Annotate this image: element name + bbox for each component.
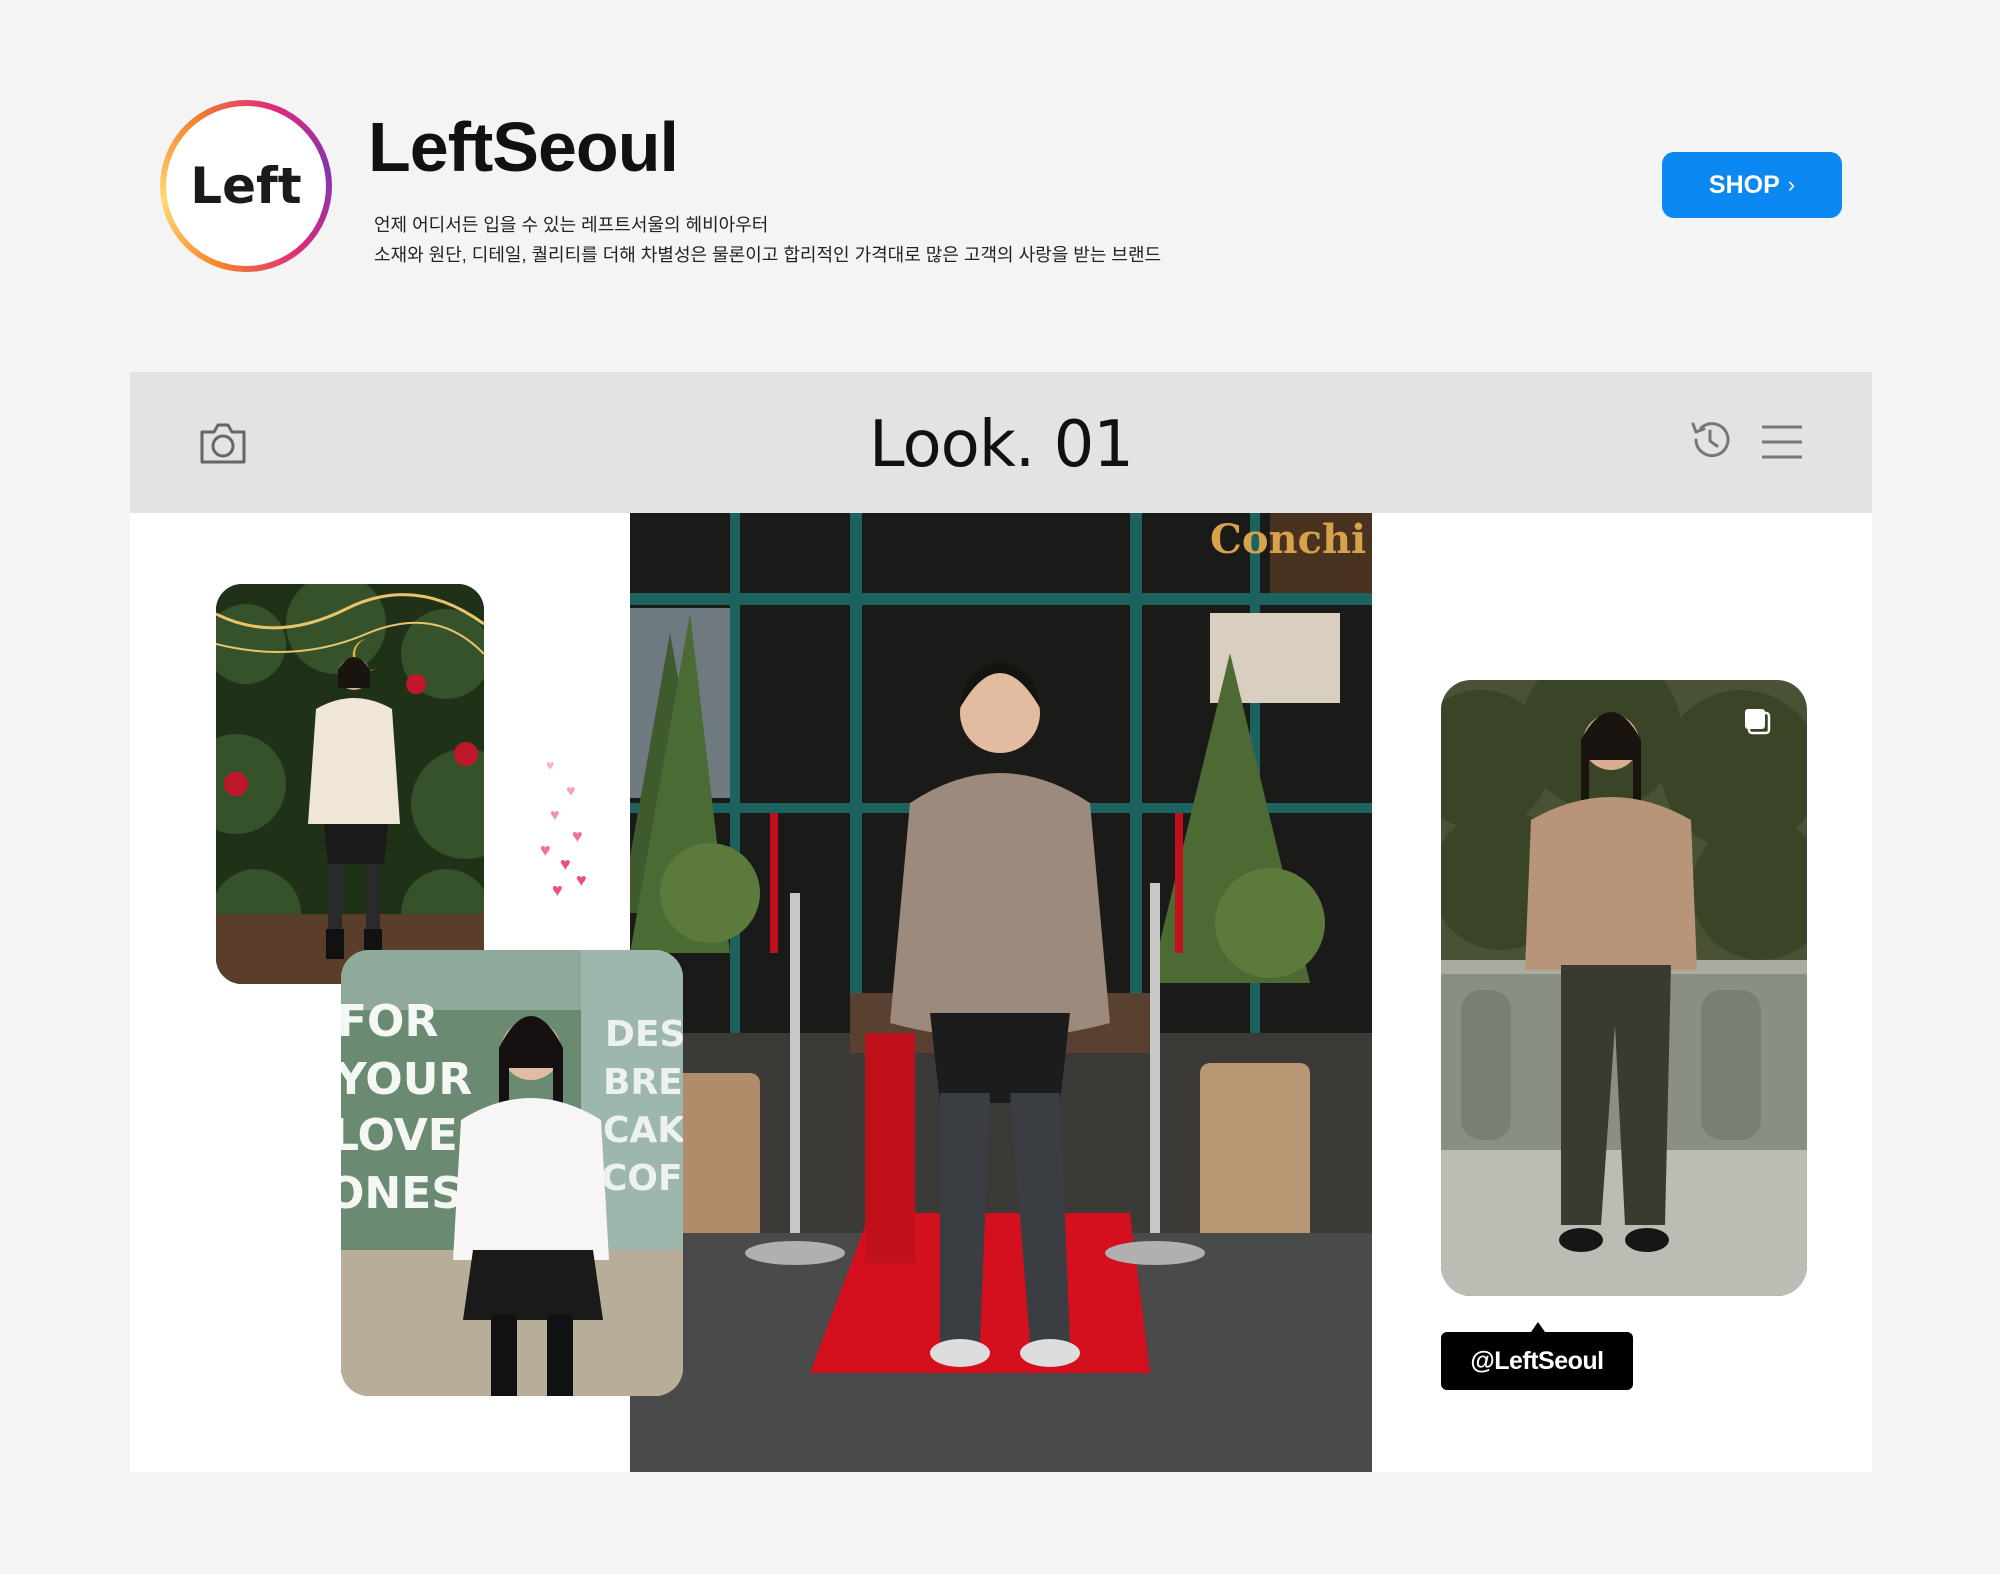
street-look-photo[interactable] <box>1441 680 1807 1296</box>
user-handle-text: @LeftSeoul <box>1470 1346 1604 1375</box>
cafe-window-text-3: LOVE <box>341 1110 458 1161</box>
cafe-window-text-7: CAKE <box>603 1110 683 1151</box>
history-icon[interactable] <box>1688 418 1732 462</box>
christmas-tree-look-photo[interactable] <box>216 584 484 984</box>
feed-panel: Look. 01 ♥ ♥ ♥ ♥ ♥ ♥ ♥ ♥ Conchi FOR YOUR… <box>130 372 1872 1472</box>
hearts-decoration-icon: ♥ ♥ ♥ ♥ ♥ ♥ ♥ ♥ <box>540 757 587 900</box>
brand-description-line-2: 소재와 원단, 디테일, 퀄리티를 더해 차별성은 물론이고 합리적인 가격대로… <box>374 245 1162 265</box>
cafe-window-text-2: YOUR <box>341 1054 472 1105</box>
brand-description: 언제 어디서든 입을 수 있는 레프트서울의 헤비아우터 소재와 원단, 디테일… <box>374 210 1274 270</box>
svg-text:♥: ♥ <box>566 783 576 800</box>
svg-text:♥: ♥ <box>540 840 551 860</box>
feed-topbar: Look. 01 <box>130 372 1872 513</box>
storefront-sign: Conchi <box>1210 516 1366 563</box>
brand-description-line-1: 언제 어디서든 입을 수 있는 레프트서울의 헤비아우터 <box>374 215 769 235</box>
svg-text:♥: ♥ <box>552 880 563 900</box>
cafe-window-text-4: ONES <box>341 1168 463 1219</box>
svg-text:♥: ♥ <box>560 854 571 874</box>
profile-avatar-ring[interactable]: Left <box>160 100 332 272</box>
svg-text:♥: ♥ <box>572 826 583 846</box>
svg-text:♥: ♥ <box>550 807 560 824</box>
cafe-window-text-8: COFF <box>601 1158 683 1199</box>
avatar-logo-text: Left <box>190 157 302 215</box>
brand-name: LeftSeoul <box>368 108 679 186</box>
cafe-window-text-6: BREA <box>603 1062 683 1103</box>
shop-button-label: SHOP <box>1708 170 1780 199</box>
chevron-right-icon: › <box>1787 172 1796 197</box>
shop-button[interactable]: SHOP › <box>1662 152 1842 218</box>
avatar: Left <box>166 106 326 266</box>
svg-text:♥: ♥ <box>546 757 554 773</box>
look-title: Look. 01 <box>868 408 1134 482</box>
cafe-window-text-1: FOR <box>341 996 438 1047</box>
cafe-window-text-5: DESS <box>605 1014 683 1055</box>
multiple-images-icon <box>1745 709 1771 735</box>
cafe-look-photo[interactable]: FOR YOUR LOVE ONES DESS BREA CAKE COFF <box>341 950 683 1396</box>
menu-icon[interactable] <box>1760 424 1804 460</box>
user-handle-tag[interactable]: @LeftSeoul <box>1441 1322 1633 1390</box>
main-look-photo[interactable]: Conchi <box>630 513 1372 1472</box>
svg-text:♥: ♥ <box>576 870 587 890</box>
